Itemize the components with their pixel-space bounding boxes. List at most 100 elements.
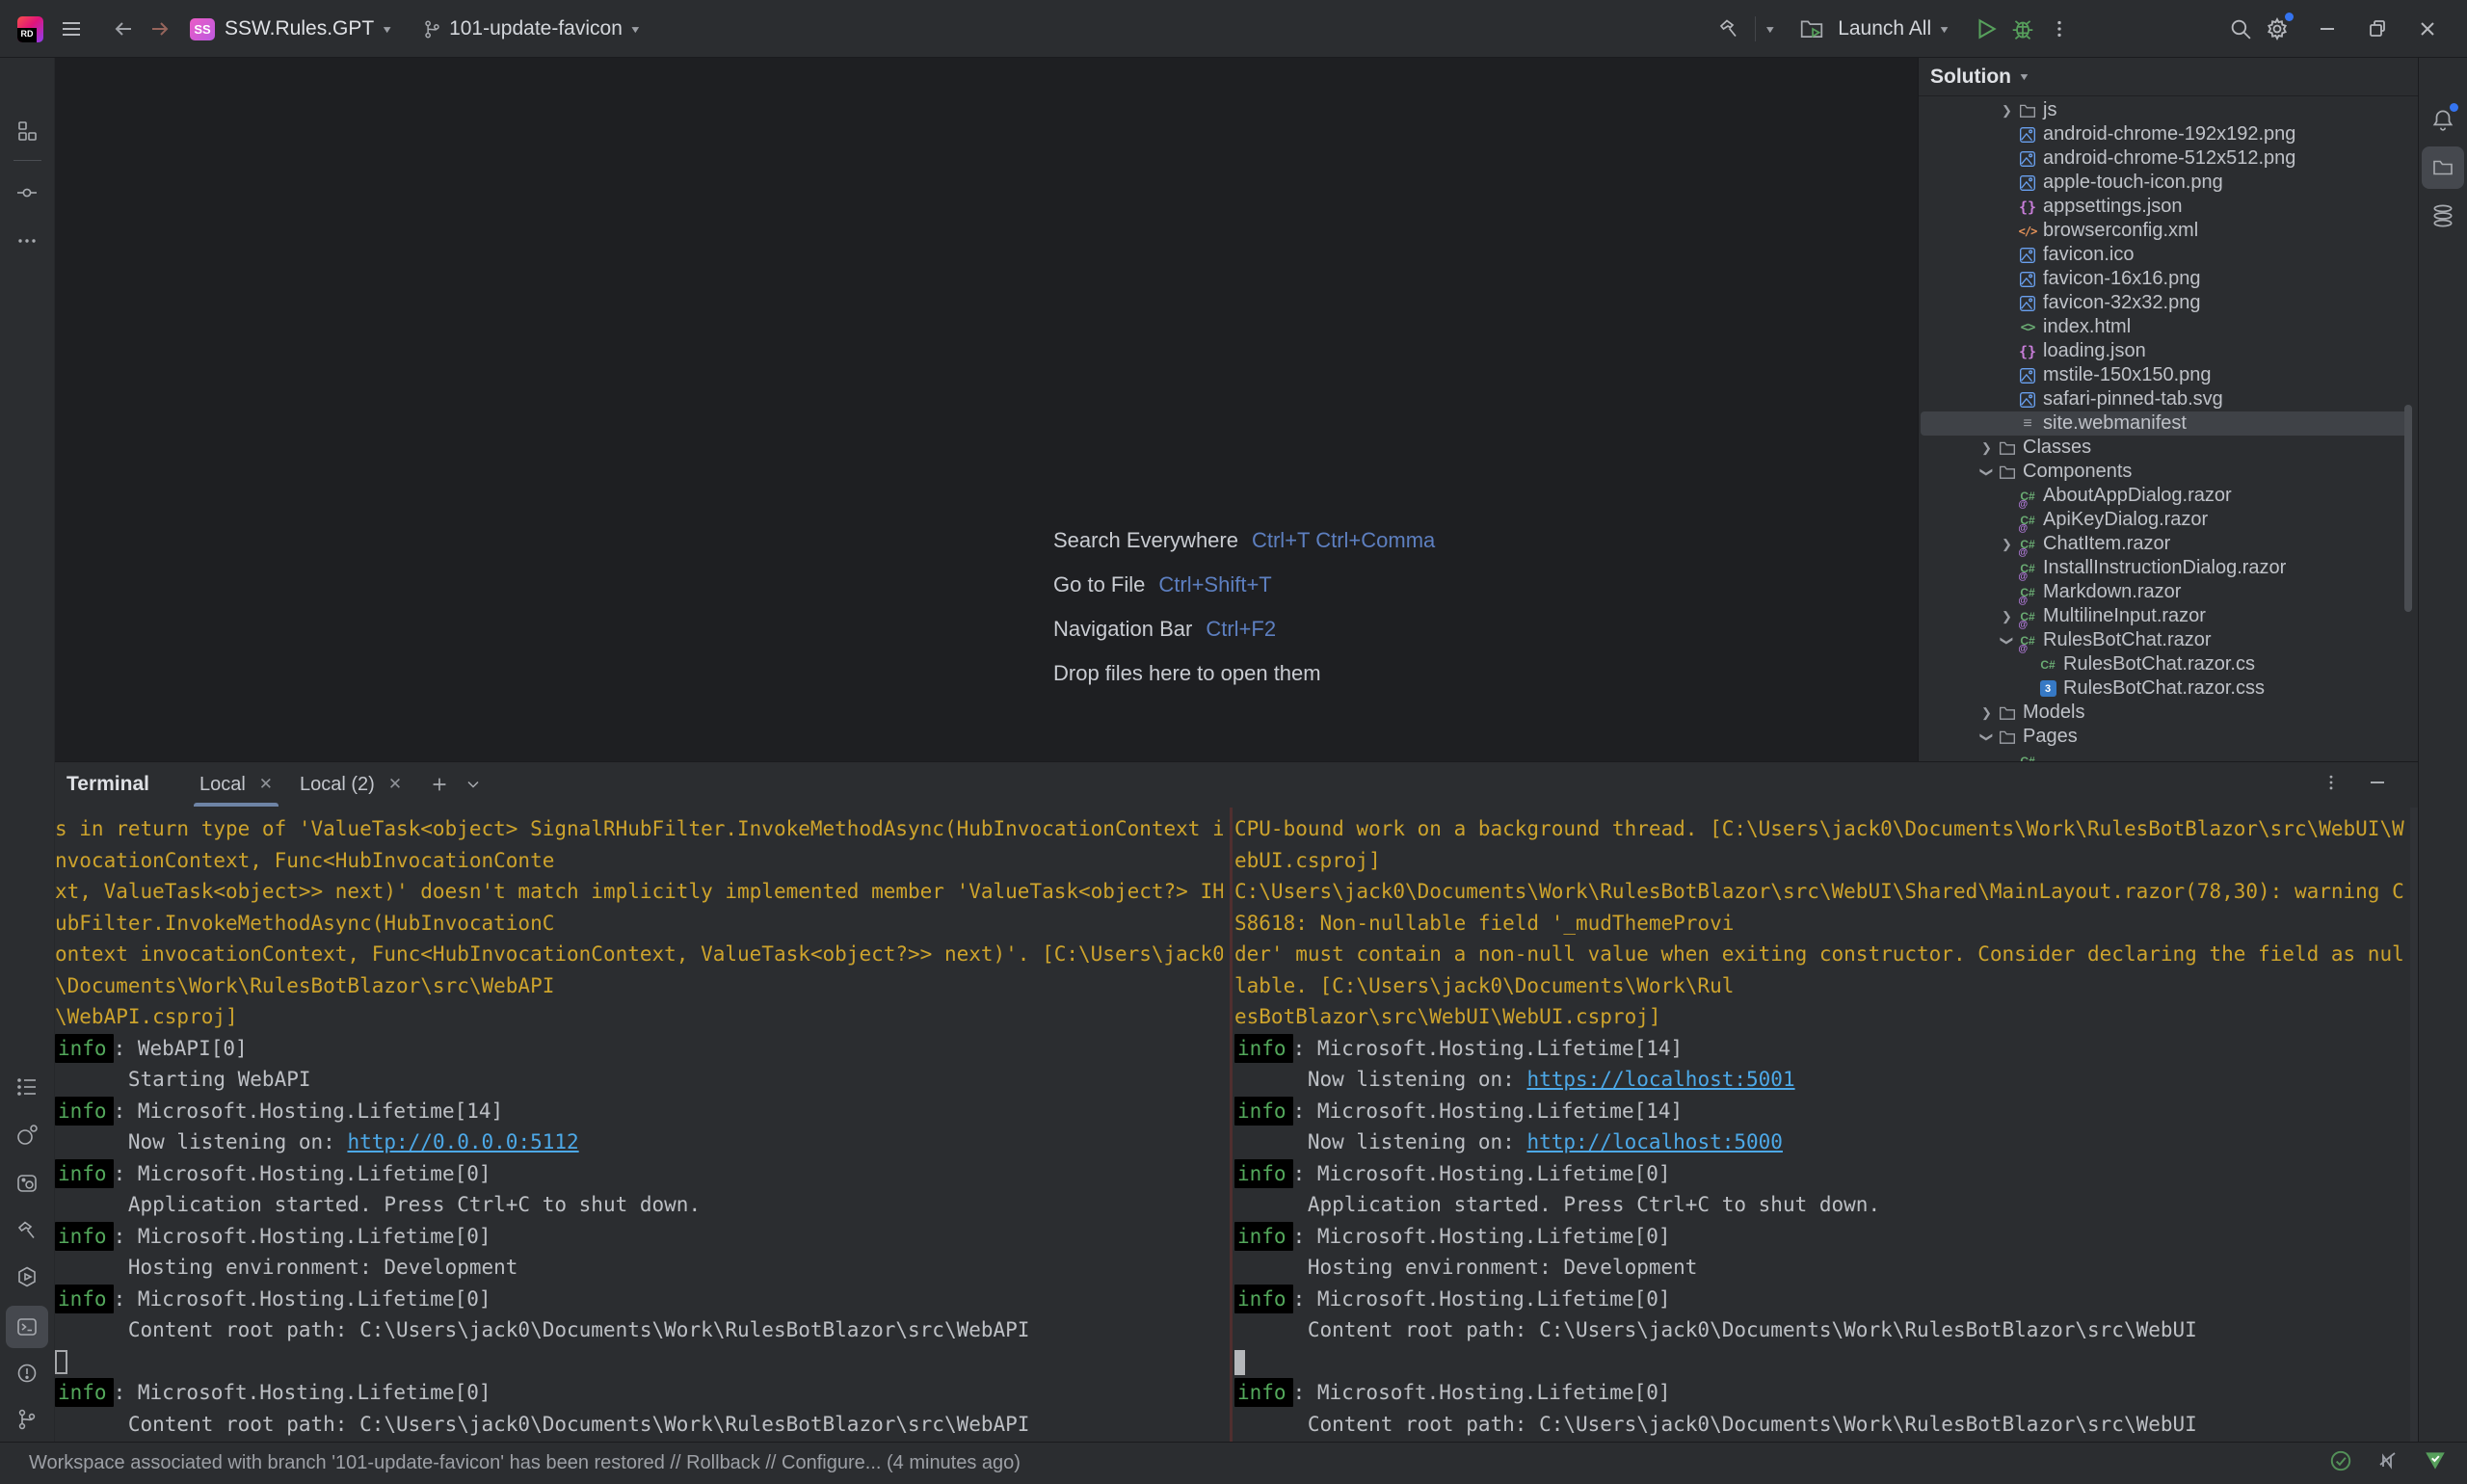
tree-chevron-icon[interactable]: ❯ (1979, 727, 1995, 747)
tree-item-favicon-32x32-png[interactable]: favicon-32x32.png (1919, 291, 2418, 315)
tree-chevron-icon[interactable]: ❯ (1997, 103, 2017, 119)
tree-item-android-chrome-192x192-png[interactable]: android-chrome-192x192.png (1919, 122, 2418, 146)
rollback-link[interactable]: Rollback (686, 1452, 760, 1473)
forward-arrow-icon[interactable] (142, 11, 178, 47)
terminal-url-link[interactable]: http://0.0.0.0:5112 (347, 1130, 578, 1153)
terminal-tab-local-2[interactable]: Local (2) ✕ (286, 762, 415, 807)
image-file-icon (2019, 295, 2036, 312)
tree-chevron-icon[interactable]: ❯ (1976, 705, 1997, 721)
tree-item-site-webmanifest[interactable]: ≡site.webmanifest (1919, 411, 2418, 436)
solution-view-chevron-down-icon[interactable]: ▼ (2018, 71, 2030, 83)
terminal-icon[interactable] (6, 1306, 48, 1348)
run-config-chevron-down-icon[interactable]: ▼ (1938, 23, 1950, 35)
tree-item-index-html[interactable]: <>index.html (1919, 315, 2418, 339)
database-icon[interactable] (2422, 195, 2464, 237)
tree-item-multilineinput-razor[interactable]: ❯C#@MultilineInput.razor (1919, 604, 2418, 628)
tree-item-classes[interactable]: ❯Classes (1919, 436, 2418, 460)
terminal-tab-local[interactable]: Local ✕ (186, 762, 286, 807)
inspections-ok-icon[interactable] (2328, 1448, 2353, 1478)
tree-item-safari-pinned-tab-svg[interactable]: safari-pinned-tab.svg (1919, 387, 2418, 411)
branch-selector[interactable]: 101-update-favicon ▼ (422, 17, 642, 40)
debug-bug-icon[interactable] (2004, 11, 2041, 47)
window-close-icon[interactable] (2409, 11, 2446, 47)
run-icon[interactable] (6, 1256, 48, 1298)
tree-item-browserconfig-xml[interactable]: </>browserconfig.xml (1919, 219, 2418, 243)
tree-item-favicon-ico[interactable]: favicon.ico (1919, 243, 2418, 267)
terminal-url-link[interactable]: http://localhost:5000 (1526, 1130, 1783, 1153)
notifications-icon[interactable] (2422, 98, 2464, 141)
tree-chevron-icon[interactable]: ❯ (1997, 609, 2017, 624)
more-icon[interactable] (6, 220, 48, 262)
tree-item-apikeydialog-razor[interactable]: C#@ApiKeyDialog.razor (1919, 508, 2418, 532)
tree-item-favicon-16x16-png[interactable]: favicon-16x16.png (1919, 267, 2418, 291)
back-arrow-icon[interactable] (105, 11, 142, 47)
tab-close-icon[interactable]: ✕ (388, 775, 402, 794)
project-name[interactable]: SSW.Rules.GPT (225, 17, 374, 40)
terminal-url-link[interactable]: https://localhost:5001 (1526, 1068, 1794, 1091)
solution-explorer-icon[interactable] (2422, 146, 2464, 189)
tree-item-loading-json[interactable]: {}loading.json (1919, 339, 2418, 363)
build-hammer-icon[interactable] (1711, 11, 1747, 47)
terminal-pane-webui[interactable]: CPU-bound work on a background thread. [… (1230, 808, 2410, 1442)
tree-item-aboutappdialog-razor[interactable]: C#@AboutAppDialog.razor (1919, 484, 2418, 508)
build-icon[interactable] (6, 1209, 48, 1252)
tree-item-components[interactable]: ❯Components (1919, 460, 2418, 484)
tree-item-label: apple-touch-icon.png (2043, 172, 2223, 194)
terminal-info-line: info: Microsoft.Hosting.Lifetime[0] (1234, 1377, 2410, 1409)
configure-link[interactable]: Configure... (782, 1452, 881, 1473)
solution-structure-icon[interactable] (6, 110, 48, 152)
tab-close-icon[interactable]: ✕ (259, 775, 273, 794)
nuget-icon[interactable] (6, 1114, 48, 1156)
tree-item-mstile-150x150-png[interactable]: mstile-150x150.png (1919, 363, 2418, 387)
window-minimize-icon[interactable] (2309, 11, 2346, 47)
solution-analysis-status-icon[interactable] (2423, 1448, 2448, 1478)
tree-item-rulesbotchat-razor-css[interactable]: 3RulesBotChat.razor.css (1919, 676, 2418, 701)
search-icon[interactable] (2222, 11, 2259, 47)
razor-file-icon: C#@ (2020, 490, 2034, 503)
tree-item-installinstructiondialog-razor[interactable]: C#@InstallInstructionDialog.razor (1919, 556, 2418, 580)
info-level-badge: info (55, 1378, 114, 1407)
tree-item-chatitem-razor[interactable]: ❯C#@ChatItem.razor (1919, 532, 2418, 556)
tree-item-pages[interactable]: ❯Pages (1919, 725, 2418, 749)
tree-chevron-icon[interactable]: ❯ (1976, 440, 1997, 456)
tree-scrollbar-thumb[interactable] (2404, 405, 2412, 612)
main-menu-hamburger-icon[interactable] (53, 11, 90, 47)
tree-item-rulesbotchat-razor[interactable]: ❯C#@RulesBotChat.razor (1919, 628, 2418, 652)
project-badge[interactable]: SS (190, 18, 215, 40)
project-chevron-down-icon[interactable]: ▼ (381, 23, 393, 35)
editor-empty-area[interactable]: Search EverywhereCtrl+T Ctrl+Comma Go to… (55, 58, 1918, 761)
tree-chevron-icon[interactable]: ❯ (1997, 537, 2017, 552)
tree-item-apple-touch-icon-png[interactable]: apple-touch-icon.png (1919, 171, 2418, 195)
highlighting-level-icon[interactable] (2376, 1449, 2400, 1477)
run-config-name[interactable]: Launch All (1838, 17, 1931, 40)
tree-item-appsettings-json[interactable]: {}appsettings.json (1919, 195, 2418, 219)
window-restore-icon[interactable] (2359, 11, 2396, 47)
shortcut-label: Drop files here to open them (1053, 661, 1321, 686)
tree-chevron-icon[interactable]: ❯ (2000, 630, 2015, 650)
run-play-icon[interactable] (1968, 11, 2004, 47)
solution-panel-header[interactable]: Solution ▼ (1919, 58, 2418, 96)
tree-item-rulesbotchat-razor-cs[interactable]: C#RulesBotChat.razor.cs (1919, 652, 2418, 676)
problems-icon[interactable] (6, 1352, 48, 1394)
todo-list-icon[interactable] (6, 1066, 48, 1108)
tree-item[interactable]: C#@ (1919, 749, 2418, 761)
settings-gear-icon[interactable] (2259, 11, 2295, 47)
commit-icon[interactable] (6, 172, 48, 214)
run-config-folder-icon[interactable] (1793, 11, 1830, 47)
tree-item-markdown-razor[interactable]: C#@Markdown.razor (1919, 580, 2418, 604)
terminal-options-kebab-icon[interactable] (2321, 773, 2341, 797)
tree-chevron-icon[interactable]: ❯ (1979, 462, 1995, 482)
build-chevron-down-icon[interactable]: ▼ (1764, 23, 1776, 35)
terminal-scrollbar-track[interactable] (2410, 808, 2418, 1442)
terminal-warning-line: esBotBlazor\src\WebUI\WebUI.csproj] (1234, 1001, 2410, 1033)
terminal-hide-icon[interactable] (2366, 771, 2389, 799)
tree-item-android-chrome-512x512-png[interactable]: android-chrome-512x512.png (1919, 146, 2418, 171)
git-icon[interactable] (6, 1398, 48, 1441)
new-terminal-plus-icon[interactable] (429, 774, 450, 795)
profiler-icon[interactable] (6, 1162, 48, 1205)
tree-item-models[interactable]: ❯Models (1919, 701, 2418, 725)
terminal-tabs-chevron-down-icon[interactable] (464, 775, 483, 794)
tree-item-js[interactable]: ❯js (1919, 98, 2418, 122)
terminal-pane-webapi[interactable]: s in return type of 'ValueTask<object> S… (55, 808, 1223, 1442)
more-actions-kebab-icon[interactable] (2041, 11, 2078, 47)
